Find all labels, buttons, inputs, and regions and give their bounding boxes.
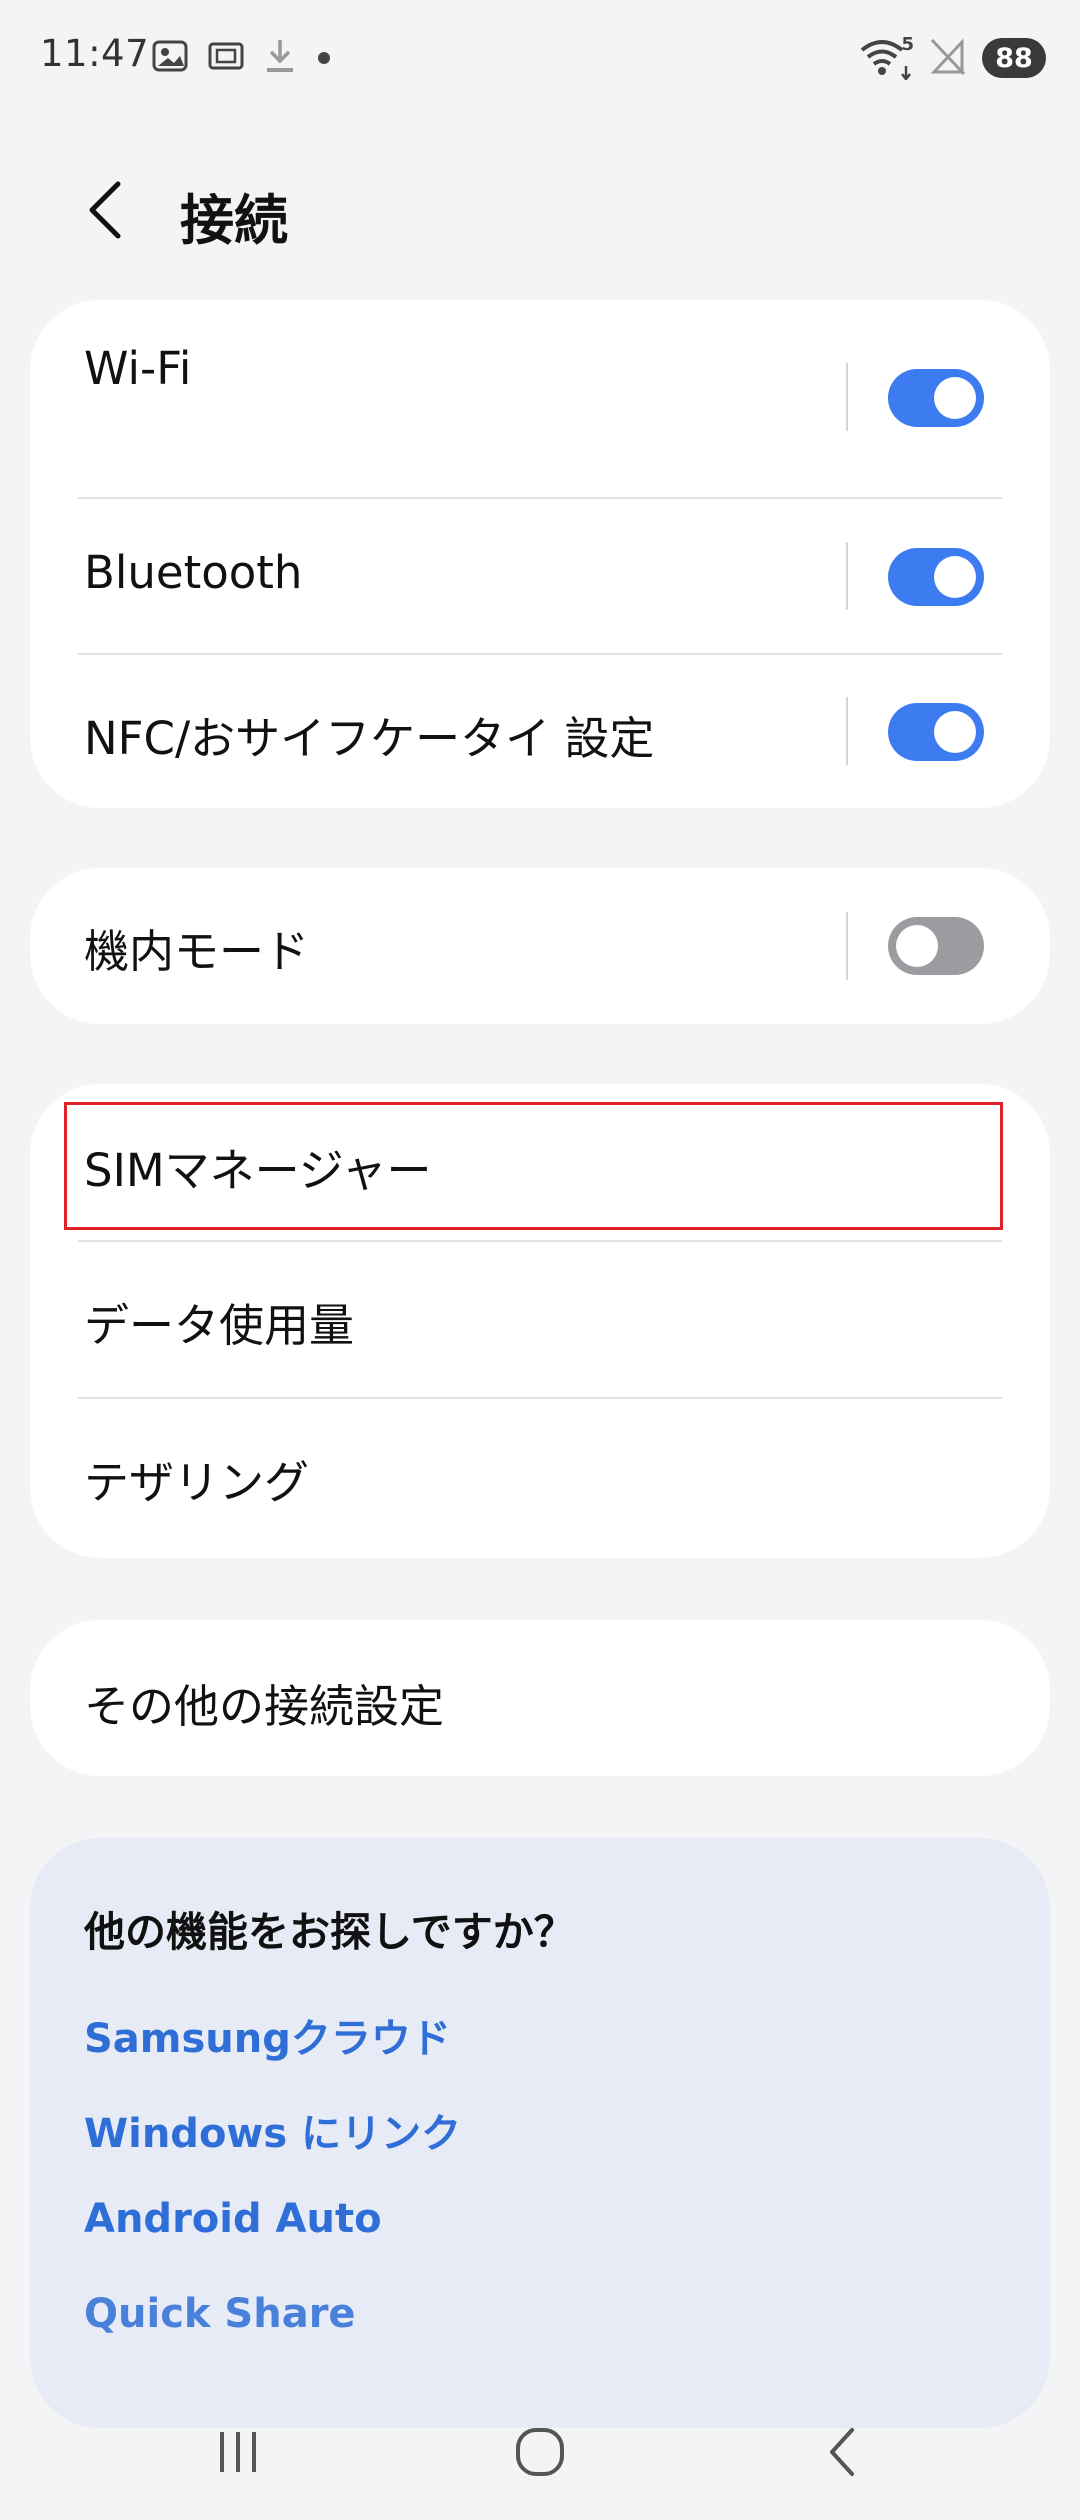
- chevron-left-icon[interactable]: [78, 178, 138, 242]
- airplane-mode-toggle[interactable]: [888, 917, 984, 975]
- suggestions-title: 他の機能をお探しですか？: [84, 1908, 575, 1956]
- bluetooth-label: Bluetooth: [84, 546, 303, 599]
- no-signal-icon: [928, 34, 968, 82]
- status-icons-left: [150, 36, 334, 76]
- navigation-bar: [0, 2400, 1080, 2520]
- status-bar: 11:47 5 88: [0, 0, 1080, 110]
- wifi-row[interactable]: Wi-Fi: [30, 300, 1050, 498]
- wifi-icon: 5: [858, 34, 914, 82]
- battery-icon: 88: [982, 38, 1046, 78]
- toggle-knob: [934, 711, 976, 753]
- row-separator: [846, 542, 848, 610]
- recents-icon[interactable]: [208, 2422, 268, 2486]
- more-connection-settings-label: その他の接続設定: [84, 1680, 445, 1733]
- status-time: 11:47: [40, 32, 150, 75]
- more-connection-settings-row[interactable]: その他の接続設定: [30, 1620, 1050, 1776]
- settings-screen: 11:47 5 88 接続 Wi-Fi Bluetooth NFC/おサイフケー…: [0, 0, 1080, 2520]
- quick-share-link[interactable]: Quick Share: [84, 2291, 356, 2337]
- android-auto-link[interactable]: Android Auto: [84, 2196, 382, 2242]
- back-icon[interactable]: [814, 2422, 874, 2486]
- connections-card-2: 機内モード: [30, 868, 1050, 1024]
- screenshot-icon: [150, 36, 190, 76]
- airplane-mode-row[interactable]: 機内モード: [30, 868, 1050, 1024]
- toggle-knob: [934, 556, 976, 598]
- tethering-label: テザリング: [84, 1456, 310, 1509]
- data-usage-label: データ使用量: [84, 1299, 355, 1352]
- download-icon: [262, 36, 298, 76]
- toggle-knob: [934, 377, 976, 419]
- page-header: 接続: [0, 160, 1080, 260]
- nfc-label: NFC/おサイフケータイ 設定: [84, 712, 655, 765]
- tethering-row[interactable]: テザリング: [30, 1399, 1050, 1558]
- nfc-toggle[interactable]: [888, 703, 984, 761]
- data-usage-row[interactable]: データ使用量: [30, 1242, 1050, 1397]
- row-separator: [846, 697, 848, 765]
- wifi-label: Wi-Fi: [84, 342, 192, 395]
- nfc-row[interactable]: NFC/おサイフケータイ 設定: [30, 655, 1050, 808]
- bluetooth-toggle[interactable]: [888, 548, 984, 606]
- connections-card-1: Wi-Fi Bluetooth NFC/おサイフケータイ 設定: [30, 300, 1050, 808]
- status-icons-right: 5 88: [858, 34, 1046, 82]
- airplane-mode-label: 機内モード: [84, 925, 310, 978]
- wifi-toggle[interactable]: [888, 369, 984, 427]
- home-icon[interactable]: [510, 2422, 570, 2486]
- link-to-windows-link[interactable]: Windows にリンク: [84, 2101, 461, 2159]
- bluetooth-row[interactable]: Bluetooth: [30, 499, 1050, 654]
- page-title: 接続: [180, 189, 288, 252]
- connections-card-4: その他の接続設定: [30, 1620, 1050, 1776]
- media-icon: [206, 36, 246, 76]
- row-separator: [846, 363, 848, 431]
- row-separator: [846, 912, 848, 980]
- suggestions-card: 他の機能をお探しですか？ Samsungクラウド Windows にリンク An…: [30, 1838, 1050, 2428]
- toggle-knob: [896, 925, 938, 967]
- highlight-box: [64, 1102, 1003, 1230]
- samsung-cloud-link[interactable]: Samsungクラウド: [84, 2006, 451, 2064]
- dot-icon: [314, 36, 334, 76]
- network-type-label: 5: [901, 34, 914, 55]
